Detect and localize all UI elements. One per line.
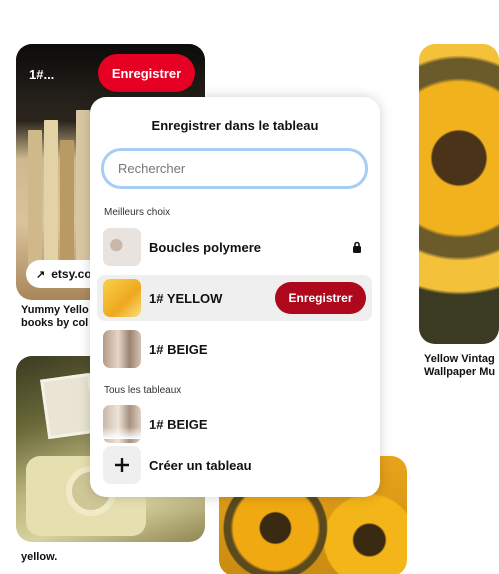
pin-title: Yummy Yello books by col [21, 304, 91, 330]
board-thumbnail [103, 228, 141, 266]
pin-title-line: books by col [21, 317, 89, 329]
pin-title-line: Yellow Vintag [424, 353, 495, 365]
board-name: 1# YELLOW [149, 290, 223, 306]
board-row-boucles-polymere[interactable]: Boucles polymere [97, 224, 372, 270]
board-thumbnail [103, 279, 141, 317]
board-name: Boucles polymere [149, 239, 261, 255]
search-input[interactable] [104, 151, 365, 186]
pin-save-button[interactable]: Enregistrer [98, 54, 195, 92]
create-board-button[interactable]: Créer un tableau [97, 442, 372, 488]
board-row-1-yellow[interactable]: 1# YELLOW Enregistrer [97, 275, 372, 321]
pin-title-line: Yummy Yello [21, 304, 89, 316]
pin-title-line: Wallpaper Mu [424, 366, 496, 378]
pin-link-domain: etsy.co [51, 267, 92, 281]
create-board-label: Créer un tableau [149, 457, 252, 473]
lock-icon [352, 240, 362, 253]
board-row-1-beige-all[interactable]: 1# BEIGE [97, 401, 372, 447]
board-name: 1# BEIGE [149, 341, 208, 357]
section-label-top-picks: Meilleurs choix [104, 207, 171, 218]
pin-image-detail [44, 120, 58, 280]
board-thumbnail [103, 330, 141, 368]
pin-title: yellow. [21, 551, 58, 563]
board-row-1-beige[interactable]: 1# BEIGE [97, 326, 372, 372]
scroll-fade [90, 427, 380, 439]
save-to-board-popover: Enregistrer dans le tableau Meilleurs ch… [90, 97, 380, 497]
pin-title: Yellow Vintag Wallpaper Mu [424, 353, 499, 379]
board-selector-label[interactable]: 1#... [29, 67, 54, 82]
pin-card-sunflower[interactable] [419, 44, 499, 344]
board-save-button[interactable]: Enregistrer [275, 282, 366, 314]
plus-icon [103, 446, 141, 484]
pin-image-detail [76, 110, 90, 280]
search-field[interactable] [101, 148, 368, 189]
section-label-all-boards: Tous les tableaux [104, 385, 182, 396]
popover-title: Enregistrer dans le tableau [151, 118, 319, 133]
external-link-icon: ↗ [36, 268, 46, 281]
pin-image-detail [60, 140, 74, 280]
pin-image-detail [28, 130, 42, 280]
